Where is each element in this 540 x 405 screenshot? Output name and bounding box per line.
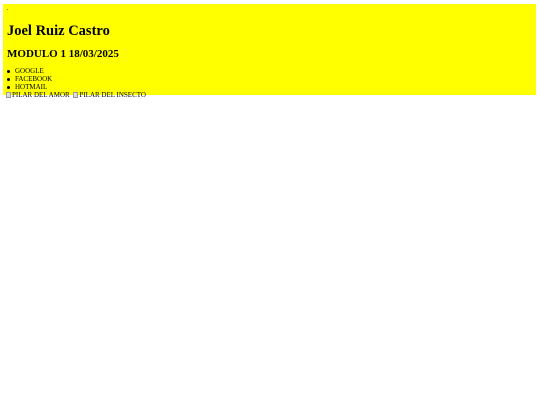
- bullet-icon: [7, 77, 10, 81]
- image-row: PILAR DEL AMOR PILAR DEL INSECTO: [6, 91, 146, 100]
- list-item-label[interactable]: GOOGLE: [15, 67, 44, 75]
- page-title: Joel Ruiz Castro: [7, 23, 110, 39]
- list-item-label[interactable]: FACEBOOK: [15, 75, 52, 83]
- image-alt-text: PILAR DEL INSECTO: [79, 91, 146, 99]
- bullet-icon: [7, 85, 10, 89]
- image-pilar-del-insecto: PILAR DEL INSECTO: [73, 91, 146, 99]
- list-item-label[interactable]: HOTMAIL: [15, 83, 47, 91]
- yellow-content-area: Joel Ruiz Castro MODULO 1 18/03/2025 GOO…: [3, 4, 536, 99]
- marker-dot: [7, 9, 8, 10]
- module-subtitle: MODULO 1 18/03/2025: [7, 48, 119, 60]
- broken-image-icon: [6, 92, 11, 98]
- bullet-icon: [7, 69, 10, 73]
- list-item-google[interactable]: GOOGLE: [7, 67, 52, 75]
- image-pilar-del-amor: PILAR DEL AMOR: [6, 91, 70, 99]
- image-alt-text: PILAR DEL AMOR: [12, 91, 70, 99]
- list-item-hotmail[interactable]: HOTMAIL: [7, 83, 52, 91]
- list-item-facebook[interactable]: FACEBOOK: [7, 75, 52, 83]
- broken-image-icon: [73, 92, 79, 98]
- link-list: GOOGLE FACEBOOK HOTMAIL: [7, 67, 52, 91]
